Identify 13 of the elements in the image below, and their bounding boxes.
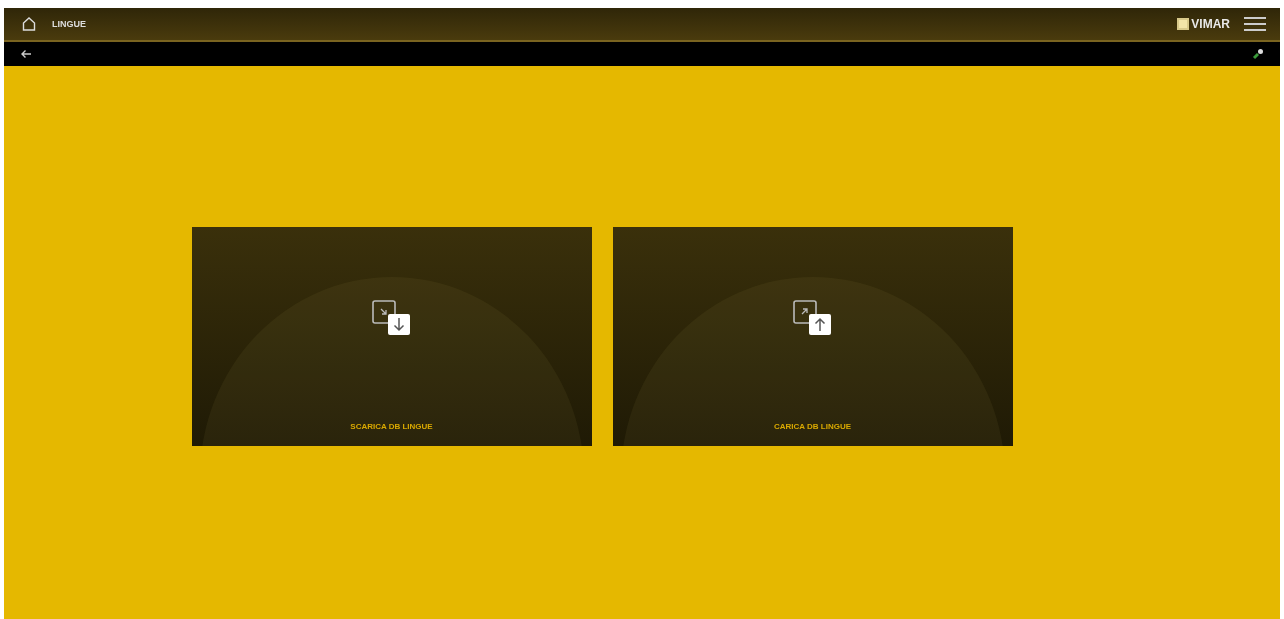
back-arrow-icon[interactable] [20, 49, 32, 59]
page-title: LINGUE [52, 19, 86, 29]
brand-name: VIMAR [1191, 17, 1230, 31]
home-icon[interactable] [22, 17, 36, 31]
connection-icon [1252, 48, 1264, 60]
upload-icon [792, 300, 833, 336]
card-label: CARICA DB LINGUE [773, 422, 851, 431]
logo-icon [1177, 18, 1190, 30]
download-icon [371, 300, 412, 336]
menu-icon[interactable] [1244, 16, 1266, 32]
upload-card[interactable]: CARICA DB LINGUE [612, 227, 1013, 446]
download-card[interactable]: SCARICA DB LINGUE [191, 227, 592, 446]
card-label: SCARICA DB LINGUE [350, 422, 433, 431]
